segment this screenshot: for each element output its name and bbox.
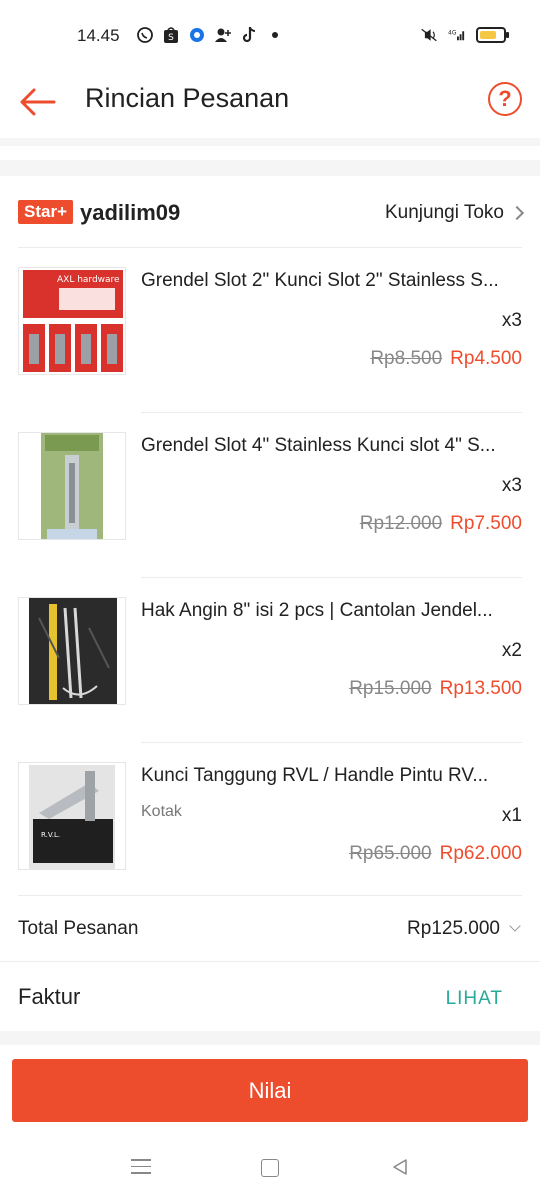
network-label: 4G [448,29,457,36]
status-time: 14.45 [77,26,120,45]
product-quantity: x1 [501,805,522,826]
browser-icon [188,26,206,44]
discounted-price: Rp7.500 [450,513,522,534]
product-name: Kunci Tanggung RVL / Handle Pintu RV... [141,765,489,786]
product-prices: Rp8.500 Rp4.500 [370,348,522,370]
product-prices: Rp12.000 Rp7.500 [360,513,522,535]
product-variant: Kotak [141,803,182,820]
chevron-right-icon [509,205,525,221]
back-arrow-icon[interactable] [18,82,58,122]
product-image [18,432,126,540]
product-name: Grendel Slot 4" Stainless Kunci slot 4" … [141,435,496,456]
mute-icon [420,26,438,44]
page-title: Rincian Pesanan [85,83,290,113]
discounted-price: Rp4.500 [450,348,522,369]
chevron-down-icon[interactable] [509,920,521,932]
discounted-price: Rp62.000 [439,843,522,864]
product-prices: Rp15.000 Rp13.500 [349,678,522,700]
order-item[interactable]: Hak Angin 8" isi 2 pcs | Cantolan Jendel… [18,578,522,743]
app-header: Rincian Pesanan ? [0,70,540,138]
order-total-value: Rp125.000 [407,918,500,939]
add-contact-icon [214,26,232,44]
product-quantity: x3 [501,310,522,331]
product-prices: Rp65.000 Rp62.000 [349,843,522,865]
product-image [18,597,126,705]
order-item[interactable]: AXL hardware Grendel Slot 2" Kunci Slot … [18,248,522,413]
star-plus-badge: Star+ [18,200,73,224]
order-total-row[interactable]: Total Pesanan Rp125.000 [18,895,522,960]
product-image: R.V.L. [18,762,126,870]
back-triangle-icon[interactable] [390,1157,410,1177]
product-name: Grendel Slot 2" Kunci Slot 2" Stainless … [141,270,499,291]
recent-apps-icon[interactable] [131,1159,151,1175]
order-item[interactable]: R.V.L. Kunci Tanggung RVL / Handle Pintu… [18,743,522,908]
original-price: Rp15.000 [349,678,432,699]
section-divider [0,160,540,176]
help-icon[interactable]: ? [488,82,522,116]
whatsapp-icon [136,26,154,44]
invoice-row: Faktur LIHAT [0,961,540,1031]
view-invoice-link[interactable]: LIHAT [446,988,503,1010]
shop-header: Star+ yadilim09 Kunjungi Toko [18,190,525,248]
notification-icons: S [136,26,278,44]
shop-name: yadilim09 [80,200,181,225]
invoice-label: Faktur [18,984,81,1009]
battery-icon [476,27,509,43]
discounted-price: Rp13.500 [439,678,522,699]
rate-button[interactable]: Nilai [12,1059,528,1122]
product-name: Hak Angin 8" isi 2 pcs | Cantolan Jendel… [141,600,493,621]
original-price: Rp65.000 [349,843,432,864]
product-quantity: x2 [501,640,522,661]
system-icons: 4G [420,26,509,44]
section-divider [0,1031,540,1045]
tiktok-icon [240,26,258,44]
product-quantity: x3 [501,475,522,496]
product-image: AXL hardware [18,267,126,375]
visit-shop-link[interactable]: Kunjungi Toko [384,202,525,224]
signal-icon: 4G [448,26,466,44]
original-price: Rp12.000 [359,513,443,534]
product-brand-label: AXL hardware [57,275,120,285]
order-item[interactable]: Grendel Slot 4" Stainless Kunci slot 4" … [18,413,522,578]
order-total-label: Total Pesanan [18,918,139,939]
more-notifications-icon [272,32,278,38]
shopee-icon: S [162,26,180,44]
header-shadow [0,138,540,146]
product-brand-label: R.V.L. [41,831,60,839]
status-bar: 14.45 S 4G [0,0,540,70]
system-nav-bar [0,1140,540,1200]
home-icon[interactable] [261,1159,279,1177]
svg-text:S: S [168,33,174,43]
visit-shop-label: Kunjungi Toko [384,202,504,223]
original-price: Rp8.500 [370,348,443,369]
